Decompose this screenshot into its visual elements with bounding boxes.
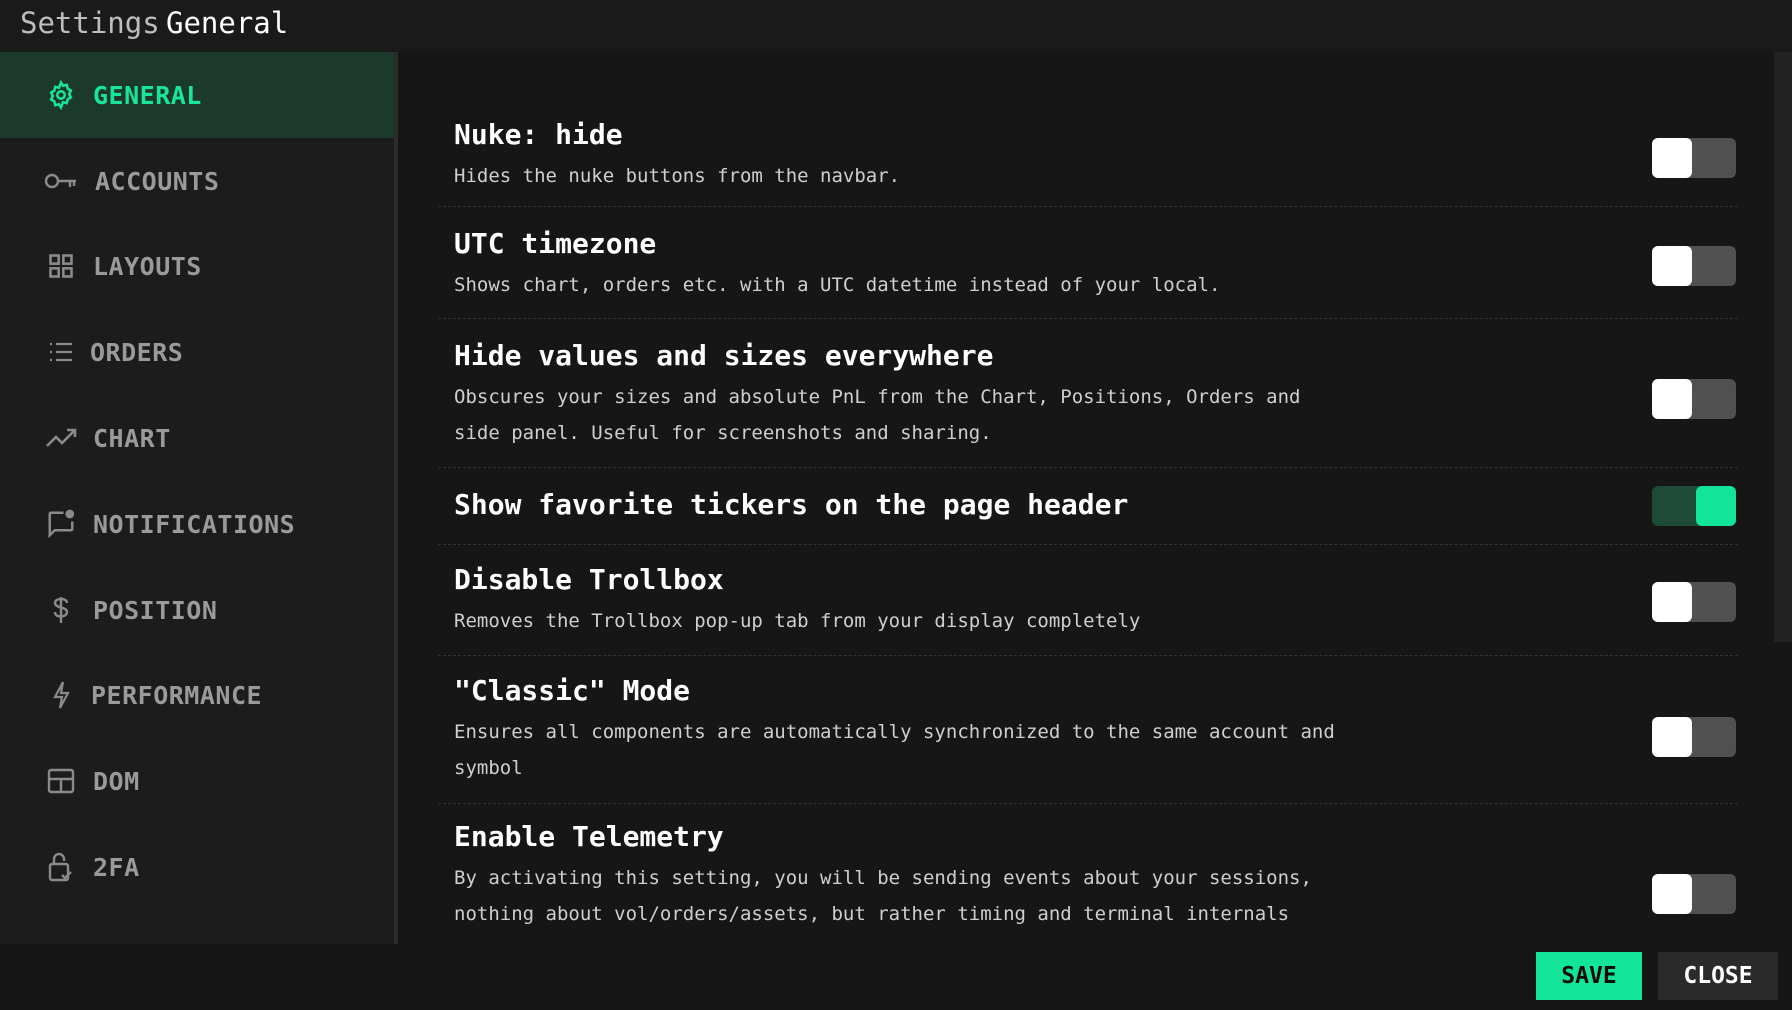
telemetry-toggle[interactable] [1652, 874, 1736, 914]
setting-row-utc-timezone: UTC timezone Shows chart, orders etc. wi… [438, 207, 1738, 319]
sidebar-item-position[interactable]: POSITION [0, 567, 394, 653]
sidebar-item-performance[interactable]: PERFORMANCE [0, 652, 394, 738]
sidebar-item-label: CHART [93, 423, 171, 453]
sidebar-item-label: GENERAL [93, 80, 202, 110]
toggle-knob [1652, 874, 1692, 914]
setting-title: Nuke: hide [454, 118, 623, 151]
toggle-knob [1696, 486, 1736, 526]
gear-icon [44, 78, 78, 112]
setting-description: Removes the Trollbox pop-up tab from you… [454, 610, 1141, 632]
sidebar-item-notifications[interactable]: NOTIFICATIONS [0, 481, 394, 567]
utc-timezone-toggle[interactable] [1652, 246, 1736, 286]
dollar-icon [44, 593, 78, 627]
setting-description: Obscures your sizes and absolute PnL fro… [454, 386, 1301, 444]
setting-title: UTC timezone [454, 227, 657, 260]
sidebar-item-dom[interactable]: DOM [0, 738, 394, 824]
sidebar-item-label: DOM [93, 766, 140, 796]
settings-panel: Nuke: hide Hides the nuke buttons from t… [398, 52, 1774, 944]
sidebar-item-general[interactable]: GENERAL [0, 52, 394, 138]
title-bar: Settings General [0, 0, 1792, 52]
setting-row-favorite-tickers: Show favorite tickers on the page header [438, 468, 1738, 545]
toggle-knob [1652, 246, 1692, 286]
trend-line-icon [44, 421, 78, 455]
setting-title: "Classic" Mode [454, 674, 691, 707]
nuke-hide-toggle[interactable] [1652, 138, 1736, 178]
setting-title: Show favorite tickers on the page header [454, 488, 1129, 521]
sidebar-item-label: 2FA [93, 852, 140, 882]
key-icon [44, 164, 78, 198]
setting-row-hide-values: Hide values and sizes everywhere Obscure… [438, 319, 1738, 468]
setting-description: By activating this setting, you will be … [454, 867, 1312, 925]
setting-title: Enable Telemetry [454, 820, 724, 853]
setting-description: Shows chart, orders etc. with a UTC date… [454, 274, 1221, 296]
toggle-knob [1652, 379, 1692, 419]
classic-mode-toggle[interactable] [1652, 717, 1736, 757]
sidebar-item-label: ORDERS [90, 337, 184, 367]
message-badge-icon [44, 507, 78, 541]
close-button[interactable]: CLOSE [1658, 952, 1778, 1000]
sidebar-item-label: NOTIFICATIONS [93, 509, 296, 539]
setting-row-telemetry: Enable Telemetry By activating this sett… [438, 804, 1738, 944]
setting-title: Disable Trollbox [454, 563, 724, 596]
save-button[interactable]: SAVE [1536, 952, 1642, 1000]
grid-icon [44, 249, 78, 283]
sidebar-item-label: POSITION [93, 595, 218, 625]
favorite-tickers-toggle[interactable] [1652, 486, 1736, 526]
setting-row-nuke-hide: Nuke: hide Hides the nuke buttons from t… [438, 108, 1738, 207]
title-prefix: Settings [20, 6, 160, 40]
title-current: General [166, 6, 289, 40]
disable-trollbox-toggle[interactable] [1652, 582, 1736, 622]
sidebar-item-layouts[interactable]: LAYOUTS [0, 223, 394, 309]
sidebar-item-label: ACCOUNTS [95, 166, 220, 196]
setting-row-disable-trollbox: Disable Trollbox Removes the Trollbox po… [438, 545, 1738, 656]
lock-icon [44, 850, 78, 884]
hide-values-toggle[interactable] [1652, 379, 1736, 419]
toggle-knob [1652, 582, 1692, 622]
sidebar-item-accounts[interactable]: ACCOUNTS [0, 138, 394, 224]
sidebar-item-chart[interactable]: CHART [0, 395, 394, 481]
scrollbar[interactable] [1774, 52, 1792, 642]
sidebar-item-2fa[interactable]: 2FA [0, 824, 394, 910]
list-icon [44, 335, 78, 369]
setting-title: Hide values and sizes everywhere [454, 339, 994, 372]
sidebar-item-label: PERFORMANCE [91, 680, 263, 710]
sidebar-item-label: LAYOUTS [93, 251, 202, 281]
sidebar-item-orders[interactable]: ORDERS [0, 309, 394, 395]
setting-description: Ensures all components are automatically… [454, 721, 1335, 779]
lightning-icon [44, 678, 78, 712]
setting-description: Hides the nuke buttons from the navbar. [454, 165, 901, 187]
toggle-knob [1652, 717, 1692, 757]
setting-row-classic-mode: "Classic" Mode Ensures all components ar… [438, 656, 1738, 804]
toggle-knob [1652, 138, 1692, 178]
table-icon [44, 764, 78, 798]
sidebar: GENERAL ACCOUNTS LAYOUTS ORDERS CHART NO… [0, 52, 394, 944]
